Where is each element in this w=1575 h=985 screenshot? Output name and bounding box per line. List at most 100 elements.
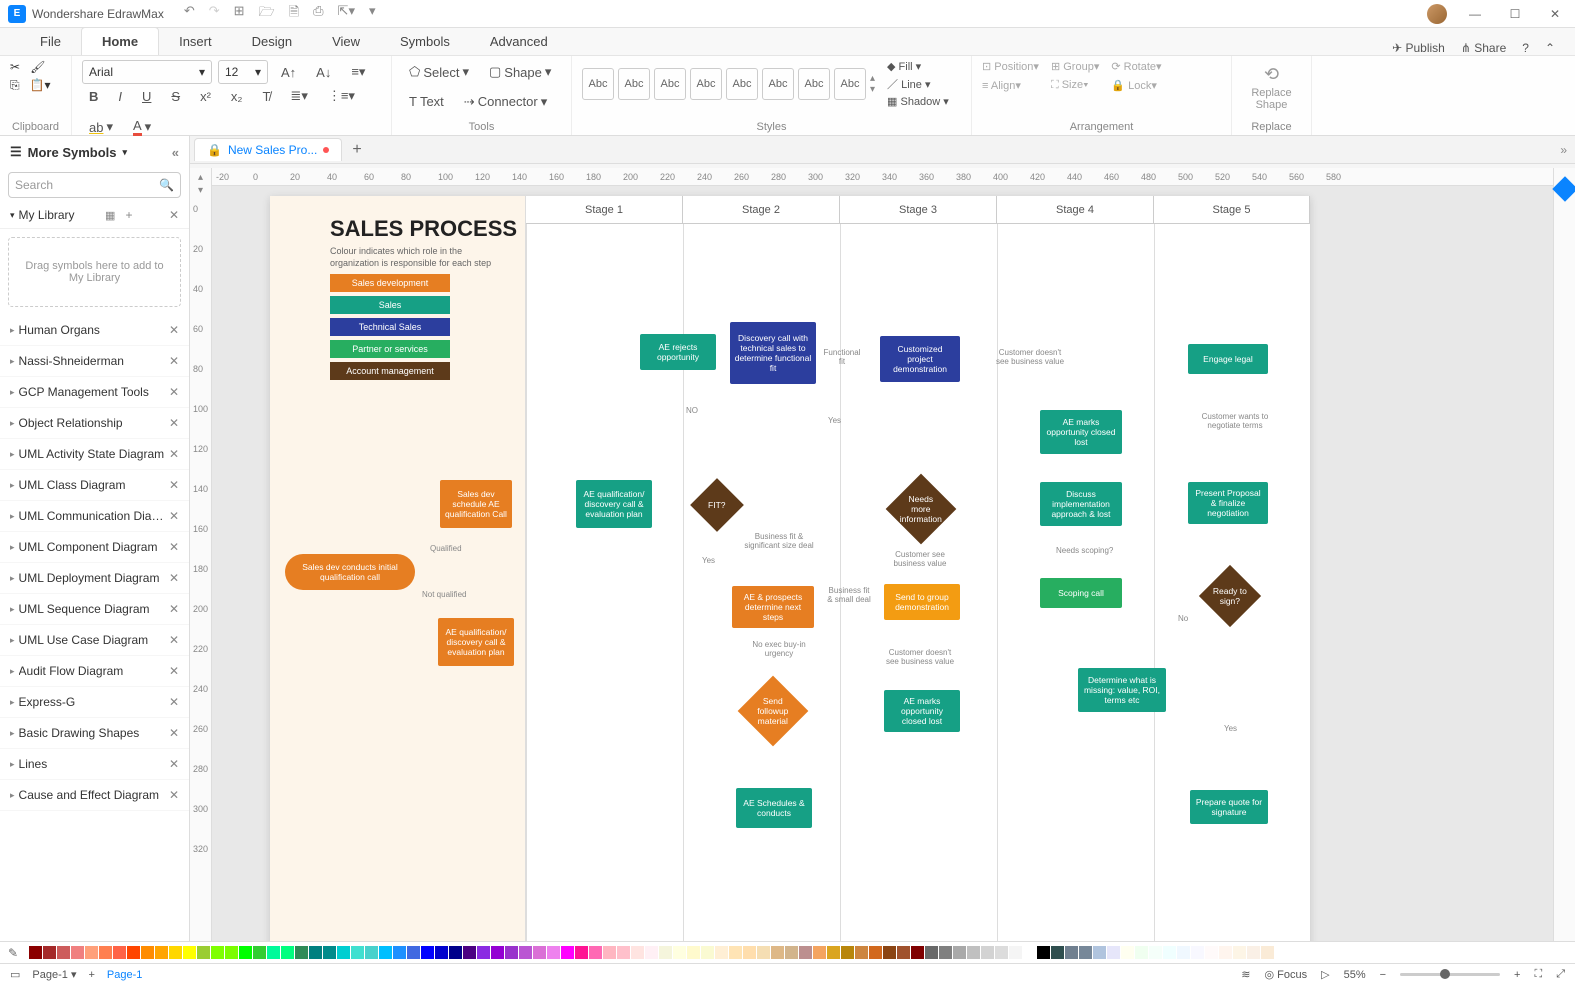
line-spacing-icon[interactable]: ≡▾: [344, 60, 372, 84]
canvas[interactable]: Stage 1 Stage 2 Stage 3 Stage 4 Stage 5 …: [212, 186, 1553, 941]
flow-decision[interactable]: Send followup material: [738, 676, 809, 747]
color-swatch[interactable]: [29, 946, 42, 959]
color-swatch[interactable]: [1177, 946, 1190, 959]
close-icon[interactable]: ✕: [169, 447, 179, 461]
color-swatch[interactable]: [813, 946, 826, 959]
menu-insert[interactable]: Insert: [159, 28, 232, 55]
library-category[interactable]: ▸Nassi-Shneiderman✕: [0, 346, 189, 377]
zoom-slider[interactable]: [1400, 973, 1500, 976]
menu-home[interactable]: Home: [81, 27, 159, 55]
color-swatch[interactable]: [617, 946, 630, 959]
add-tab-icon[interactable]: +: [352, 141, 361, 159]
fullscreen-icon[interactable]: ⤢: [1556, 968, 1565, 981]
color-swatch[interactable]: [477, 946, 490, 959]
library-category[interactable]: ▸Lines✕: [0, 749, 189, 780]
page-nav-icon[interactable]: ▭: [10, 968, 20, 981]
eyedropper-icon[interactable]: ✎: [8, 946, 24, 960]
color-swatch[interactable]: [365, 946, 378, 959]
close-icon[interactable]: ✕: [169, 478, 179, 492]
library-category[interactable]: ▸Cause and Effect Diagram✕: [0, 780, 189, 811]
color-swatch[interactable]: [127, 946, 140, 959]
color-swatch[interactable]: [939, 946, 952, 959]
color-swatch[interactable]: [43, 946, 56, 959]
color-swatch[interactable]: [533, 946, 546, 959]
color-swatch[interactable]: [85, 946, 98, 959]
print-icon[interactable]: ⎙: [313, 3, 323, 25]
zoom-in-icon[interactable]: +: [1514, 969, 1520, 981]
color-swatch[interactable]: [883, 946, 896, 959]
bold-icon[interactable]: B: [82, 85, 105, 108]
user-avatar[interactable]: [1427, 4, 1447, 24]
flow-node[interactable]: Prepare quote for signature: [1190, 790, 1268, 824]
menu-design[interactable]: Design: [232, 28, 312, 55]
color-swatch[interactable]: [1009, 946, 1022, 959]
color-swatch[interactable]: [757, 946, 770, 959]
color-swatch[interactable]: [519, 946, 532, 959]
flow-node[interactable]: Sales dev schedule AE qualification Call: [440, 480, 512, 528]
color-swatch[interactable]: [169, 946, 182, 959]
color-swatch[interactable]: [589, 946, 602, 959]
library-category[interactable]: ▸GCP Management Tools✕: [0, 377, 189, 408]
style-preset[interactable]: Abc: [726, 68, 758, 100]
flow-node[interactable]: AE marks opportunity closed lost: [884, 690, 960, 732]
flow-node[interactable]: Present Proposal & finalize negotiation: [1188, 482, 1268, 524]
close-icon[interactable]: ✕: [169, 540, 179, 554]
color-swatch[interactable]: [981, 946, 994, 959]
rotate-button[interactable]: ⟳ Rotate▾: [1111, 60, 1161, 73]
color-swatch[interactable]: [57, 946, 70, 959]
color-swatch[interactable]: [1163, 946, 1176, 959]
undo-icon[interactable]: ↶: [184, 3, 195, 25]
collapse-ribbon-icon[interactable]: ⌃: [1545, 41, 1555, 55]
flow-node[interactable]: Send to group demonstration: [884, 584, 960, 620]
color-swatch[interactable]: [729, 946, 742, 959]
library-category[interactable]: ▸Express-G✕: [0, 687, 189, 718]
color-swatch[interactable]: [71, 946, 84, 959]
library-category[interactable]: ▸UML Deployment Diagram✕: [0, 563, 189, 594]
color-swatch[interactable]: [1037, 946, 1050, 959]
color-swatch[interactable]: [967, 946, 980, 959]
flow-node[interactable]: Customized project demonstration: [880, 336, 960, 382]
format-panel-icon[interactable]: [1552, 176, 1575, 201]
style-preset[interactable]: Abc: [618, 68, 650, 100]
color-swatch[interactable]: [225, 946, 238, 959]
flow-node[interactable]: AE & prospects determine next steps: [732, 586, 814, 628]
library-category[interactable]: ▸Basic Drawing Shapes✕: [0, 718, 189, 749]
publish-button[interactable]: ✈ Publish: [1392, 41, 1445, 55]
color-swatch[interactable]: [141, 946, 154, 959]
color-swatch[interactable]: [1023, 946, 1036, 959]
presentation-icon[interactable]: ▷: [1321, 968, 1329, 981]
document-tab[interactable]: 🔒 New Sales Pro...: [194, 138, 342, 161]
menu-file[interactable]: File: [20, 28, 81, 55]
color-swatch[interactable]: [771, 946, 784, 959]
color-swatch[interactable]: [211, 946, 224, 959]
close-icon[interactable]: ✕: [169, 416, 179, 430]
style-preset[interactable]: Abc: [834, 68, 866, 100]
lock-button[interactable]: 🔒 Lock▾: [1111, 79, 1161, 92]
my-library-section[interactable]: ▾My Library ▦ + ✕: [0, 202, 189, 229]
copy-icon[interactable]: ⎘: [10, 78, 20, 93]
library-category[interactable]: ▸UML Use Case Diagram✕: [0, 625, 189, 656]
color-swatch[interactable]: [673, 946, 686, 959]
styles-more-icon[interactable]: ▴▾: [870, 73, 875, 95]
style-preset[interactable]: Abc: [762, 68, 794, 100]
fit-page-icon[interactable]: ⛶: [1534, 968, 1542, 981]
replace-shape-button[interactable]: ⟲ Replace Shape: [1242, 60, 1301, 115]
color-swatch[interactable]: [799, 946, 812, 959]
color-swatch[interactable]: [309, 946, 322, 959]
color-swatch[interactable]: [1121, 946, 1134, 959]
font-size-select[interactable]: 12▾: [218, 60, 268, 84]
color-swatch[interactable]: [659, 946, 672, 959]
select-tool[interactable]: ⬠ Select ▾: [402, 60, 476, 84]
style-preset[interactable]: Abc: [654, 68, 686, 100]
style-preset[interactable]: Abc: [798, 68, 830, 100]
menu-advanced[interactable]: Advanced: [470, 28, 568, 55]
library-category[interactable]: ▸UML Sequence Diagram✕: [0, 594, 189, 625]
scroll-down-icon[interactable]: ▾: [198, 185, 203, 196]
color-swatch[interactable]: [99, 946, 112, 959]
close-icon[interactable]: ✕: [169, 571, 179, 585]
more-icon[interactable]: ▾: [369, 3, 376, 25]
color-swatch[interactable]: [1219, 946, 1232, 959]
color-swatch[interactable]: [645, 946, 658, 959]
color-swatch[interactable]: [575, 946, 588, 959]
add-page-icon[interactable]: +: [88, 969, 94, 981]
